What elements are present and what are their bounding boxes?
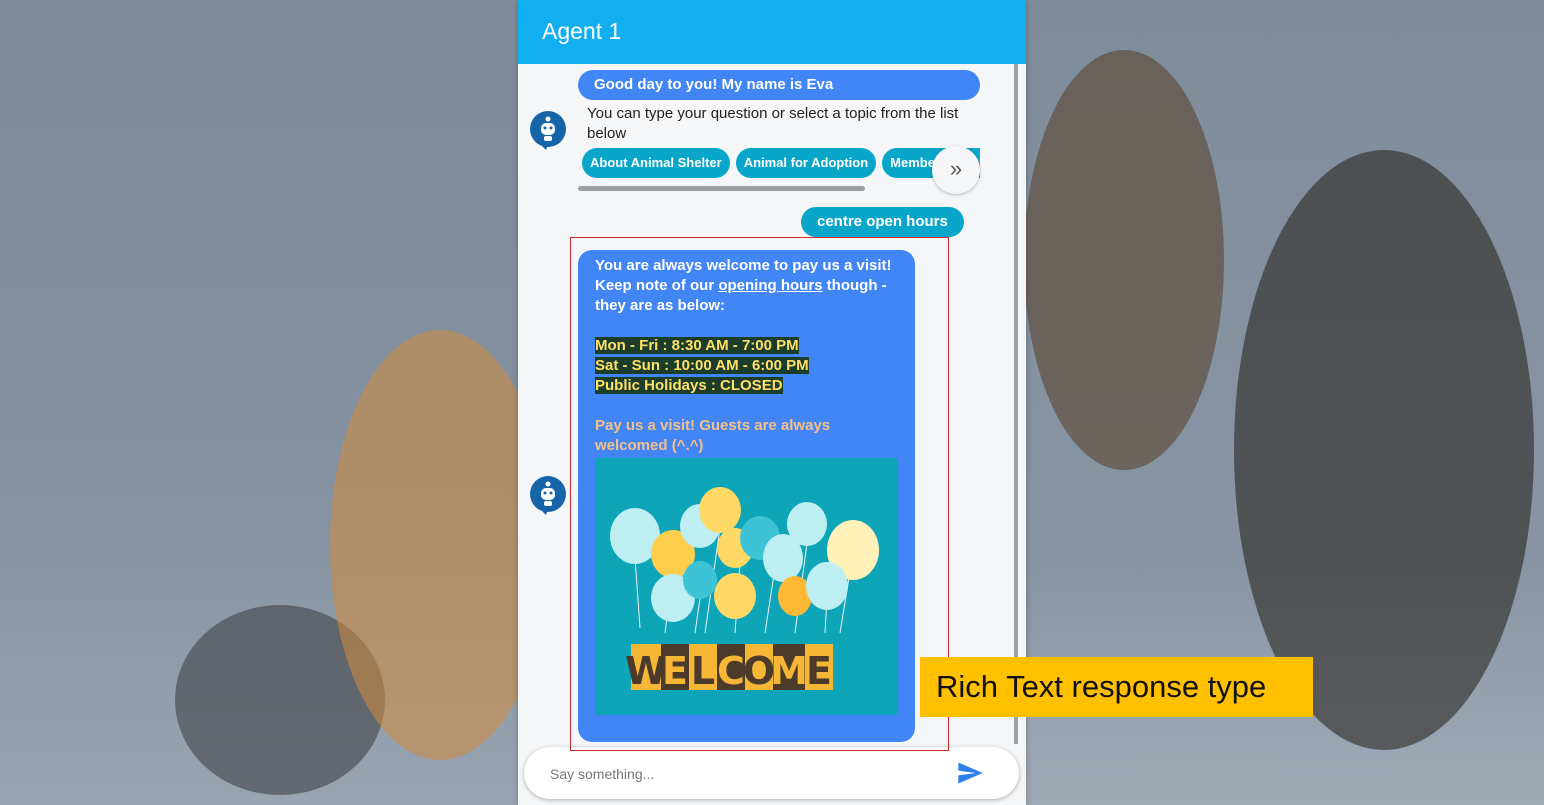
send-icon[interactable] (956, 759, 984, 787)
intro-text: You can type your question or select a t… (587, 105, 959, 142)
chips-scrollbar[interactable] (578, 186, 865, 191)
message-input[interactable] (548, 761, 952, 787)
topic-chip-adoption[interactable]: Animal for Adoption (735, 148, 877, 178)
bot-avatar-icon (530, 476, 566, 515)
cat-image (330, 330, 550, 760)
rich-text-highlight-box (570, 237, 949, 751)
message-input-bar (524, 747, 1019, 799)
puppy-image-1 (1024, 50, 1224, 470)
topic-chips: About Animal Shelter Animal for Adoption M… (582, 148, 980, 180)
chips-next-icon[interactable]: » (932, 146, 980, 194)
greeting-bubble: Good day to you! My name is Eva (578, 70, 980, 100)
vertical-scrollbar[interactable] (1014, 64, 1018, 744)
bot-avatar-icon (530, 111, 566, 150)
topic-chip-about-shelter[interactable]: About Animal Shelter (582, 148, 730, 178)
background-left (0, 0, 550, 805)
chat-header: Agent 1 (518, 0, 1026, 64)
user-message-bubble: centre open hours (801, 207, 964, 237)
rich-text-callout: Rich Text response type (920, 657, 1313, 717)
agent-title: Agent 1 (542, 18, 622, 44)
